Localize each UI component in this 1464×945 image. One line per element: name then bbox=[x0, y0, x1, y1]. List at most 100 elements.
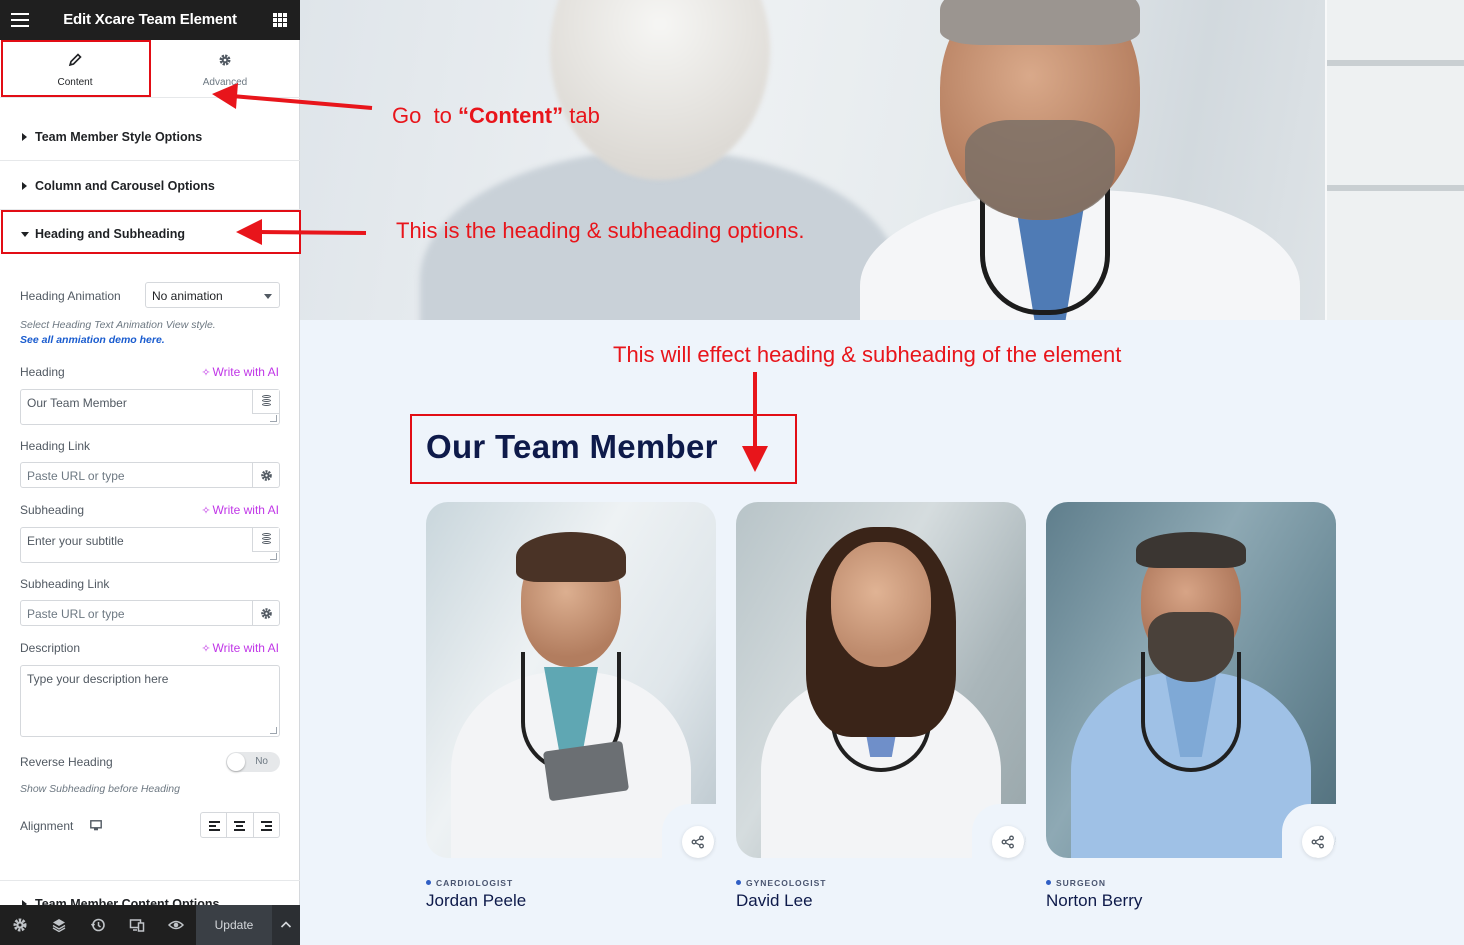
hamburger-menu-icon[interactable] bbox=[11, 13, 29, 27]
member-name[interactable]: David Lee bbox=[736, 891, 813, 911]
ai-sparkle-icon: ✧ bbox=[201, 367, 211, 379]
member-name[interactable]: Norton Berry bbox=[1046, 891, 1142, 911]
write-with-ai-label: Write with AI bbox=[212, 365, 279, 379]
alignment-label: Alignment bbox=[20, 819, 74, 833]
section-title: Team Member Style Options bbox=[35, 130, 203, 144]
description-write-with-ai[interactable]: ✧ Write with AI bbox=[201, 641, 279, 655]
write-with-ai-label: Write with AI bbox=[212, 503, 279, 517]
align-left-button[interactable] bbox=[201, 813, 228, 837]
section-title: Column and Carousel Options bbox=[35, 179, 215, 193]
toggle-knob bbox=[227, 753, 245, 771]
write-with-ai-label: Write with AI bbox=[212, 641, 279, 655]
member-role: SURGEON bbox=[1046, 878, 1106, 888]
editor-topbar: Edit Xcare Team Element bbox=[0, 0, 300, 40]
dynamic-tags-icon[interactable] bbox=[252, 390, 279, 414]
share-button[interactable] bbox=[1302, 826, 1334, 858]
member-role-text: GYNECOLOGIST bbox=[746, 878, 827, 888]
member-role-text: CARDIOLOGIST bbox=[436, 878, 514, 888]
ai-sparkle-icon: ✧ bbox=[201, 505, 211, 517]
annotation-bold-text: “Content” bbox=[458, 103, 564, 128]
subheading-textarea[interactable]: Enter your subtitle bbox=[20, 527, 280, 563]
subheading-placeholder: Enter your subtitle bbox=[27, 534, 124, 548]
reverse-heading-toggle[interactable]: No bbox=[226, 752, 280, 772]
subheading-write-with-ai[interactable]: ✧ Write with AI bbox=[201, 503, 279, 517]
reverse-heading-help: Show Subheading before Heading bbox=[20, 783, 180, 795]
member-photo bbox=[736, 502, 1026, 858]
update-button[interactable]: Update bbox=[196, 905, 272, 945]
share-icon bbox=[1311, 835, 1324, 849]
layers-icon[interactable] bbox=[51, 917, 67, 933]
subheading-link-input[interactable]: Paste URL or type bbox=[20, 600, 253, 626]
heading-link-options-button[interactable] bbox=[252, 462, 280, 488]
section-team-member-style-options[interactable]: Team Member Style Options bbox=[0, 113, 300, 161]
heading-section-highlight-box bbox=[1, 210, 301, 254]
annotation-text: tab bbox=[563, 103, 600, 128]
annotation-content-tab: Go to “Content” tab bbox=[392, 103, 600, 129]
subheading-label: Subheading bbox=[20, 503, 85, 517]
resize-handle-icon[interactable] bbox=[270, 415, 277, 422]
gear-icon bbox=[219, 54, 231, 66]
member-photo bbox=[426, 502, 716, 858]
chevron-down-icon bbox=[264, 294, 272, 299]
member-photo bbox=[1046, 502, 1336, 858]
team-card: SURGEON Norton Berry bbox=[1046, 502, 1336, 922]
share-button[interactable] bbox=[682, 826, 714, 858]
settings-icon[interactable] bbox=[12, 917, 28, 933]
resize-handle-icon[interactable] bbox=[270, 727, 277, 734]
heading-label: Heading bbox=[20, 365, 65, 379]
heading-link-input[interactable]: Paste URL or type bbox=[20, 462, 253, 488]
preview-eye-icon[interactable] bbox=[168, 917, 184, 933]
subheading-link-options-button[interactable] bbox=[252, 600, 280, 626]
heading-animation-value: No animation bbox=[152, 289, 223, 303]
dynamic-tags-icon[interactable] bbox=[252, 528, 279, 552]
heading-animation-select[interactable]: No animation bbox=[145, 282, 280, 308]
animation-demo-link[interactable]: See all anmiation demo here. bbox=[20, 334, 165, 346]
description-label: Description bbox=[20, 641, 81, 655]
annotation-effect-note: This will effect heading & subheading of… bbox=[613, 342, 1122, 367]
collapsed-caret-icon bbox=[22, 182, 27, 190]
resize-handle-icon[interactable] bbox=[270, 553, 277, 560]
share-icon bbox=[691, 835, 704, 849]
editor-bottom-bar: Update bbox=[0, 905, 300, 945]
widgets-grid-icon[interactable] bbox=[273, 13, 287, 27]
hero-doctor-photo bbox=[300, 0, 1464, 320]
responsive-icon[interactable] bbox=[129, 917, 145, 933]
collapsed-caret-icon bbox=[22, 133, 27, 141]
tab-advanced-label: Advanced bbox=[202, 77, 248, 88]
member-name[interactable]: Jordan Peele bbox=[426, 891, 526, 911]
ai-sparkle-icon: ✧ bbox=[201, 643, 211, 655]
member-role-text: SURGEON bbox=[1056, 878, 1106, 888]
chevron-up-icon bbox=[280, 921, 292, 928]
description-placeholder: Type your description here bbox=[27, 672, 169, 686]
subheading-link-label: Subheading Link bbox=[20, 577, 110, 591]
heading-write-with-ai[interactable]: ✧ Write with AI bbox=[201, 365, 279, 379]
team-card: GYNECOLOGIST David Lee bbox=[736, 502, 1026, 922]
toggle-state: No bbox=[255, 756, 268, 767]
heading-link-label: Heading Link bbox=[20, 439, 91, 453]
heading-textarea[interactable]: Our Team Member bbox=[20, 389, 280, 425]
desktop-device-icon[interactable] bbox=[90, 820, 102, 831]
member-role: CARDIOLOGIST bbox=[426, 878, 513, 888]
editor-title: Edit Xcare Team Element bbox=[63, 11, 237, 28]
content-tab-highlight-box bbox=[1, 40, 151, 97]
align-center-button[interactable] bbox=[227, 813, 254, 837]
editor-sidebar: Edit Xcare Team Element Content Advanced… bbox=[0, 0, 300, 945]
reverse-heading-label: Reverse Heading bbox=[20, 755, 113, 769]
gear-icon bbox=[261, 470, 272, 481]
subheading-link-placeholder: Paste URL or type bbox=[27, 607, 125, 621]
share-button[interactable] bbox=[992, 826, 1024, 858]
tab-advanced[interactable]: Advanced bbox=[150, 40, 300, 98]
save-options-button[interactable] bbox=[272, 905, 300, 945]
heading-link-placeholder: Paste URL or type bbox=[27, 469, 125, 483]
heading-preview-highlight-box bbox=[410, 414, 797, 484]
team-card: CARDIOLOGIST Jordan Peele bbox=[426, 502, 716, 922]
section-team-member-content-options[interactable]: Team Member Content Options bbox=[0, 880, 300, 906]
annotation-text: Go to bbox=[392, 103, 459, 128]
gear-icon bbox=[261, 608, 272, 619]
annotation-heading-options: This is the heading & subheading options… bbox=[396, 218, 805, 243]
section-column-carousel-options[interactable]: Column and Carousel Options bbox=[0, 162, 300, 210]
history-icon[interactable] bbox=[90, 917, 106, 933]
screen: Edit Xcare Team Element Content Advanced… bbox=[0, 0, 1464, 945]
align-right-button[interactable] bbox=[254, 813, 279, 837]
description-textarea[interactable]: Type your description here bbox=[20, 665, 280, 737]
